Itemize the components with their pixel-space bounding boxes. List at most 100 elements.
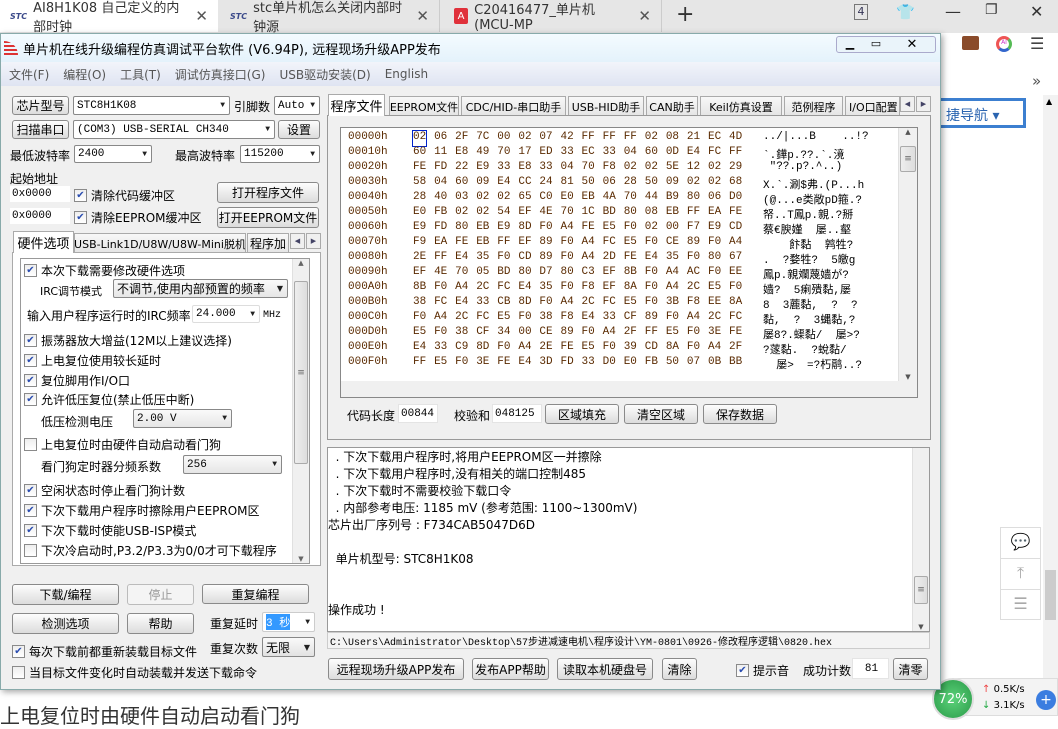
- browser-tab-1[interactable]: STC AI8H1K08 自己定义的内部时钟 ✕: [0, 0, 218, 35]
- usb-isp-checkbox[interactable]: ✔ 下次下载时使能USB-ISP模式: [24, 522, 196, 539]
- checkbox[interactable]: ✔: [24, 504, 37, 517]
- reset-count-button[interactable]: 清零: [893, 658, 928, 680]
- hex-byte[interactable]: 08: [645, 206, 658, 221]
- hex-byte[interactable]: E0: [413, 206, 426, 221]
- hex-byte[interactable]: A4: [582, 251, 595, 266]
- wdt-idle-checkbox[interactable]: ✔ 空闲状态时停止看门狗计数: [24, 482, 185, 499]
- help-button[interactable]: 帮助: [127, 613, 194, 634]
- chip-model-select[interactable]: STC8H1K08: [73, 96, 230, 115]
- hex-byte[interactable]: 70: [582, 161, 595, 176]
- checkbox[interactable]: ✔: [74, 211, 87, 224]
- hex-byte[interactable]: 81: [560, 176, 573, 191]
- hex-byte[interactable]: 04: [434, 176, 447, 191]
- hex-byte[interactable]: 89: [539, 236, 552, 251]
- hex-byte[interactable]: 42: [560, 131, 573, 146]
- hex-byte[interactable]: A4: [729, 236, 742, 251]
- hex-row-ascii[interactable]: 屡8?.蟝黏/ 屡>?: [763, 326, 898, 341]
- hex-byte[interactable]: E4: [455, 296, 468, 311]
- minimize-icon[interactable]: —: [945, 2, 961, 21]
- hex-byte[interactable]: E4: [518, 281, 531, 296]
- hex-byte[interactable]: 2C: [708, 311, 721, 326]
- hex-byte[interactable]: 2D: [603, 251, 616, 266]
- hex-byte[interactable]: 44: [645, 191, 658, 206]
- hex-byte[interactable]: F0: [518, 311, 531, 326]
- hex-byte[interactable]: 00: [666, 221, 679, 236]
- hex-byte[interactable]: 02: [687, 176, 700, 191]
- hex-byte[interactable]: 0D: [666, 146, 679, 161]
- hex-byte[interactable]: 7C: [476, 131, 489, 146]
- hex-byte[interactable]: E8: [455, 146, 468, 161]
- long-delay-checkbox[interactable]: ✔ 上电复位使用较长延时: [24, 352, 161, 369]
- hex-row-ascii[interactable]: X.`.涮$弗.(P...h: [763, 176, 898, 191]
- hex-byte[interactable]: 68: [729, 176, 742, 191]
- hex-byte[interactable]: 80: [455, 221, 468, 236]
- hex-byte[interactable]: E4: [582, 311, 595, 326]
- checkbox[interactable]: ✔: [24, 374, 37, 387]
- hex-byte[interactable]: C0: [539, 191, 552, 206]
- hex-byte[interactable]: 28: [413, 191, 426, 206]
- checkbox[interactable]: ✔: [24, 524, 37, 537]
- checkbox[interactable]: ✔: [736, 664, 749, 677]
- hex-byte[interactable]: EE: [729, 266, 742, 281]
- hex-byte[interactable]: 70: [497, 146, 510, 161]
- hex-row-ascii[interactable]: 帑..T鳳p.親.?掰: [763, 206, 898, 221]
- add-icon[interactable]: +: [1036, 690, 1056, 710]
- hex-byte[interactable]: 8D: [518, 296, 531, 311]
- hex-byte[interactable]: F0: [539, 221, 552, 236]
- hex-byte[interactable]: 33: [603, 146, 616, 161]
- hex-byte[interactable]: 06: [708, 191, 721, 206]
- menu-icon[interactable]: ☰: [1030, 34, 1044, 53]
- remote-publish-button[interactable]: 远程现场升级APP发布: [328, 658, 464, 680]
- save-data-button[interactable]: 保存数据: [703, 404, 777, 424]
- maximize-icon[interactable]: ▭: [863, 37, 889, 52]
- publish-help-button[interactable]: 发布APP帮助: [472, 658, 549, 680]
- hex-byte[interactable]: CE: [539, 326, 552, 341]
- checkbox[interactable]: ✔: [24, 354, 37, 367]
- hex-byte[interactable]: 8D: [518, 221, 531, 236]
- hex-byte[interactable]: F0: [497, 251, 510, 266]
- tab-cdc-hid-serial[interactable]: CDC/HID-串口助手: [461, 96, 566, 116]
- hex-row-ascii[interactable]: ../|...B ..!?: [763, 131, 898, 146]
- menu-usb-driver[interactable]: USB驱动安装(D): [279, 66, 370, 83]
- restore-icon[interactable]: ❐: [985, 2, 998, 18]
- hex-byte[interactable]: 5E: [666, 161, 679, 176]
- reload-file-checkbox[interactable]: ✔ 每次下载前都重新装载目标文件: [12, 643, 197, 660]
- hex-byte[interactable]: 24: [539, 176, 552, 191]
- hex-byte[interactable]: FF: [603, 131, 616, 146]
- hex-byte[interactable]: F0: [687, 326, 700, 341]
- hex-byte[interactable]: 33: [434, 341, 447, 356]
- hex-byte[interactable]: 02: [624, 161, 637, 176]
- hex-byte[interactable]: 04: [560, 161, 573, 176]
- osc-gain-checkbox[interactable]: ✔ 振荡器放大增益(12M以上建议选择): [24, 332, 232, 349]
- hex-byte[interactable]: E5: [708, 281, 721, 296]
- arrow-right-icon[interactable]: ▶: [306, 233, 321, 249]
- hex-byte[interactable]: CB: [497, 296, 510, 311]
- hex-byte[interactable]: FE: [455, 236, 468, 251]
- hex-byte[interactable]: C9: [455, 341, 468, 356]
- tab-program-file[interactable]: 程序文件: [328, 94, 385, 116]
- hex-byte[interactable]: FF: [687, 206, 700, 221]
- hex-byte[interactable]: CF: [476, 326, 489, 341]
- hex-byte[interactable]: 02: [497, 191, 510, 206]
- hex-byte[interactable]: 35: [476, 251, 489, 266]
- hex-byte[interactable]: 35: [666, 251, 679, 266]
- repeat-count-select[interactable]: 无限: [262, 637, 315, 657]
- hex-byte[interactable]: FC: [476, 311, 489, 326]
- scroll-down-icon[interactable]: ▼: [899, 373, 917, 381]
- checkbox[interactable]: ✔: [24, 264, 37, 277]
- hex-byte[interactable]: A4: [582, 236, 595, 251]
- hex-byte[interactable]: A4: [455, 281, 468, 296]
- hex-byte[interactable]: 33: [582, 356, 595, 371]
- hex-row-ascii[interactable]: 飰黏 鹑牲?: [763, 236, 898, 251]
- hex-byte[interactable]: 80: [518, 266, 531, 281]
- hex-byte[interactable]: 2C: [687, 281, 700, 296]
- hex-byte[interactable]: CD: [645, 341, 658, 356]
- hex-byte[interactable]: E4: [497, 176, 510, 191]
- hex-byte[interactable]: E5: [582, 341, 595, 356]
- hex-byte[interactable]: 4A: [603, 191, 616, 206]
- hex-byte[interactable]: FF: [434, 251, 447, 266]
- hex-byte[interactable]: 02: [411, 130, 428, 147]
- hex-byte[interactable]: 38: [413, 296, 426, 311]
- wdt-div-select[interactable]: 256: [183, 455, 282, 474]
- tab-usb-link-offline[interactable]: USB-Link1D/U8W/U8W-Mini脱机: [74, 233, 246, 253]
